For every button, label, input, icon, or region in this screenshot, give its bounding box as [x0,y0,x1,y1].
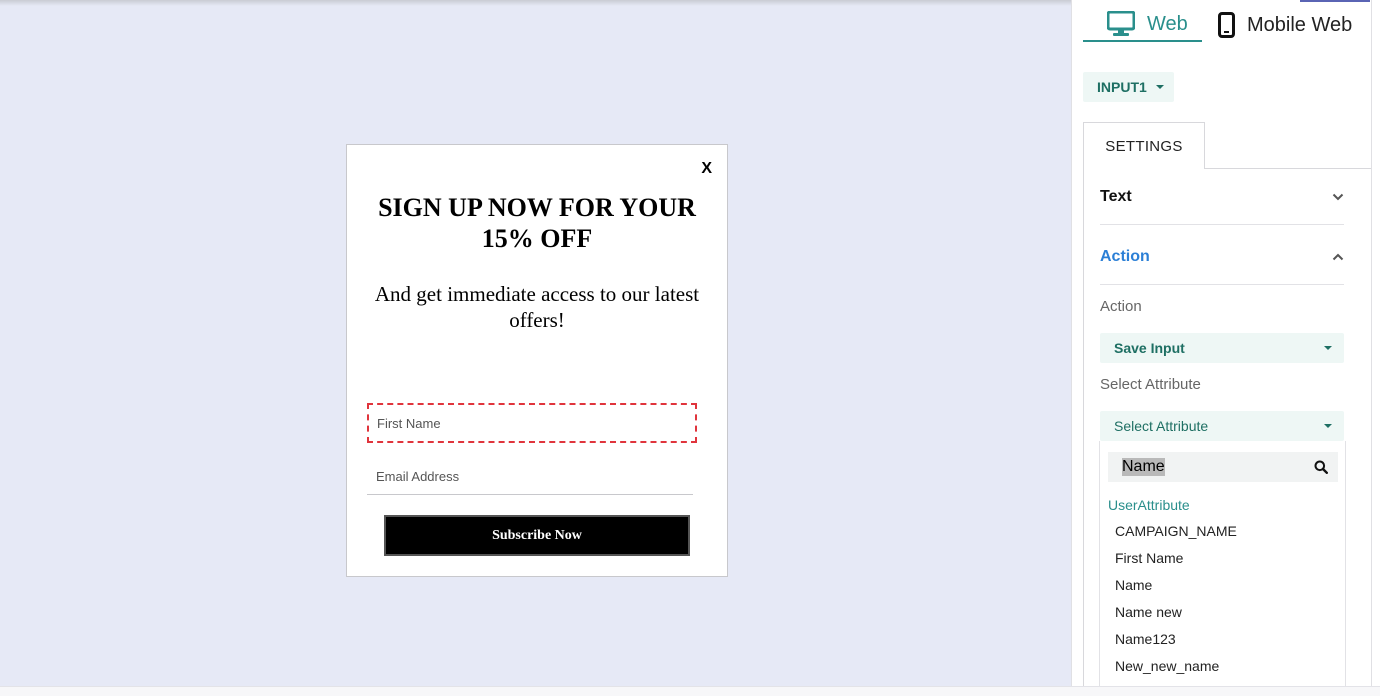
list-item[interactable]: New_new_name [1115,652,1335,679]
action-select-value: Save Input [1114,340,1185,356]
section-text-label: Text [1100,187,1132,205]
list-item[interactable]: First Name [1115,544,1335,571]
attribute-search[interactable]: Name [1108,452,1338,482]
tab-settings[interactable]: SETTINGS [1083,122,1205,169]
search-icon[interactable] [1314,460,1328,474]
list-item[interactable]: Name new [1115,598,1335,625]
popup-subtitle[interactable]: And get immediate access to our latest o… [347,281,727,333]
popup-title[interactable]: SIGN UP NOW FOR YOUR 15% OFF [347,192,727,254]
tab-web-label: Web [1147,12,1188,35]
option-list: CAMPAIGN_NAME First Name Name Name new N… [1115,517,1335,679]
editor-canvas: X SIGN UP NOW FOR YOUR 15% OFF And get i… [0,0,1071,686]
tab-mobile-web-label: Mobile Web [1247,13,1353,36]
monitor-icon [1107,11,1135,36]
element-selector[interactable]: INPUT1 [1083,72,1174,102]
mobile-icon [1218,12,1235,38]
panel-edge-accent [1300,0,1370,2]
attribute-field-label: Select Attribute [1100,376,1201,393]
element-selector-label: INPUT1 [1097,79,1147,95]
section-text[interactable]: Text [1100,169,1344,225]
panel-edge [1371,0,1380,686]
chevron-up-icon [1332,253,1344,260]
attribute-search-input[interactable]: Name [1122,458,1165,476]
section-action-label: Action [1100,247,1150,265]
properties-panel: Web Mobile Web INPUT1 SETTINGS Text Acti… [1071,0,1371,686]
section-action[interactable]: Action [1100,229,1344,285]
list-item[interactable]: CAMPAIGN_NAME [1115,517,1335,544]
close-button[interactable]: X [701,160,712,178]
attribute-select[interactable]: Select Attribute [1100,411,1344,441]
attribute-dropdown: Name UserAttribute CAMPAIGN_NAME First N… [1099,441,1346,686]
list-item[interactable]: Name123 [1115,625,1335,652]
chevron-down-icon [1332,193,1344,200]
caret-down-icon [1324,346,1332,350]
canvas-top-shadow [0,0,1071,6]
action-select[interactable]: Save Input [1100,333,1344,363]
device-tabs: Web Mobile Web [1083,8,1364,42]
option-group-label: UserAttribute [1108,497,1190,513]
email-input[interactable] [367,458,693,495]
subscribe-button[interactable]: Subscribe Now [384,515,690,556]
caret-down-icon [1155,85,1164,89]
signup-popup[interactable]: X SIGN UP NOW FOR YOUR 15% OFF And get i… [346,144,728,577]
attribute-select-value: Select Attribute [1114,418,1209,434]
first-name-input[interactable] [367,403,697,443]
tab-web[interactable]: Web [1083,8,1202,42]
action-field-label: Action [1100,298,1142,315]
tab-mobile-web[interactable]: Mobile Web [1202,8,1364,42]
list-item[interactable]: Name [1115,571,1335,598]
bottom-strip [0,686,1380,696]
settings-box: Text Action Action Save Input Select Att… [1083,168,1371,686]
caret-down-icon [1324,424,1332,428]
